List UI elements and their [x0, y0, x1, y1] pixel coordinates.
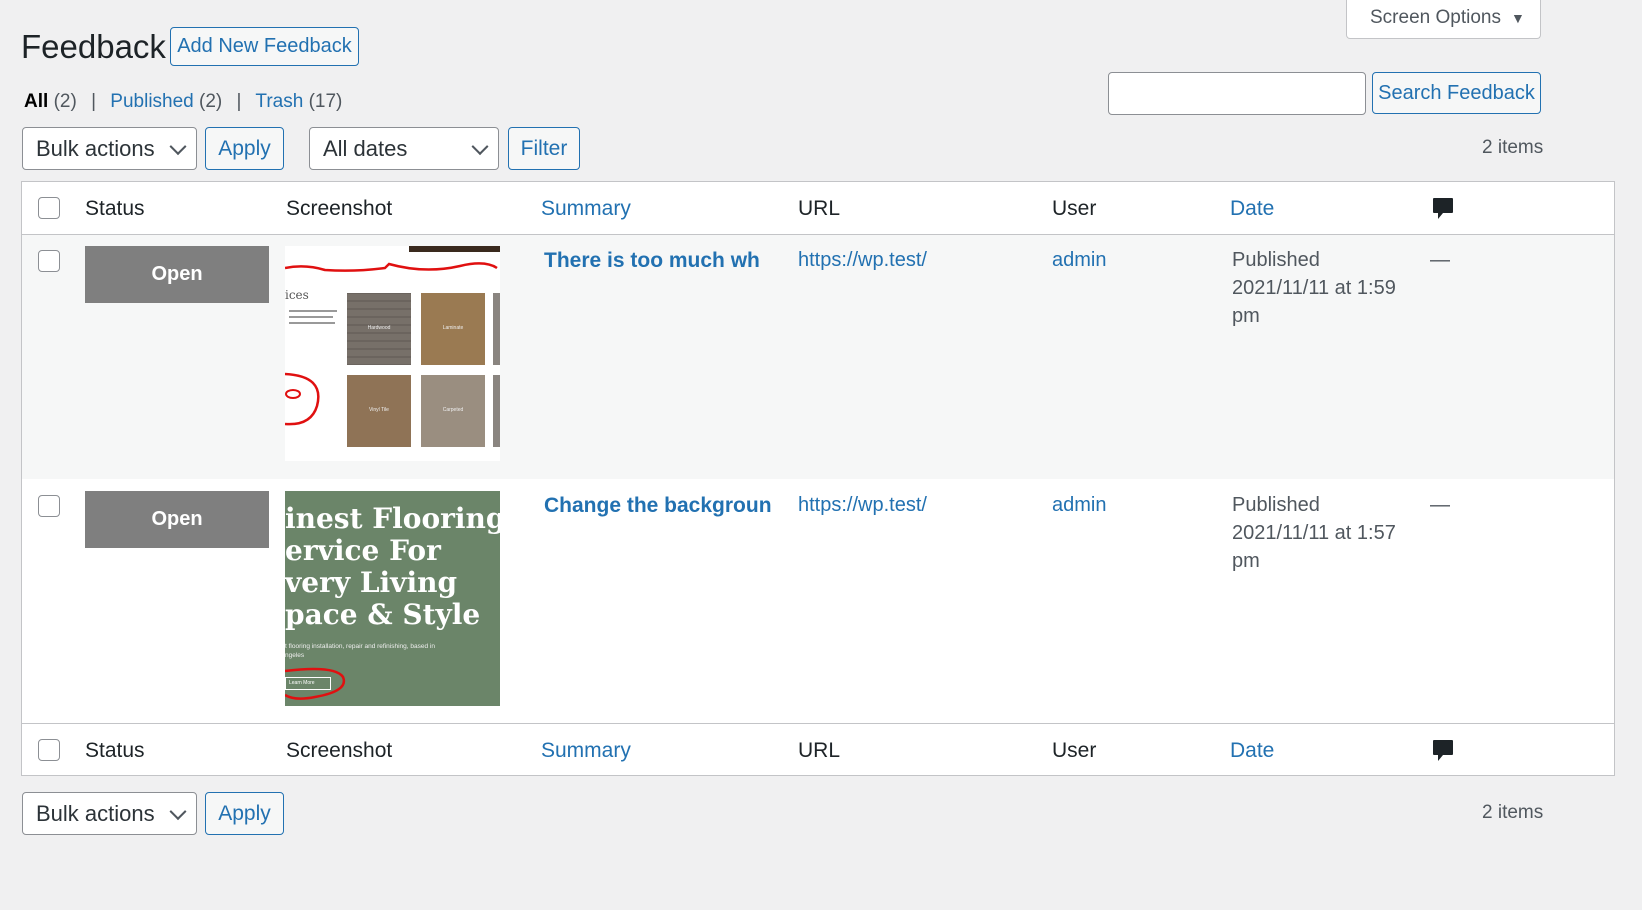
apply-button-bottom[interactable]: Apply [205, 792, 284, 835]
select-all-checkbox[interactable] [38, 739, 60, 761]
filter-trash[interactable]: Trash [255, 91, 303, 112]
hero-line: pace & Style [285, 598, 481, 631]
screenshot-image [285, 246, 500, 447]
screenshot-heading: ices [285, 288, 309, 302]
screen-options-label: Screen Options [1370, 7, 1501, 28]
feedback-table: Status Screenshot Summary URL User Date … [21, 181, 1615, 776]
column-url: URL [798, 739, 841, 762]
hero-line: very Living [285, 566, 458, 599]
annotation-circle [285, 667, 346, 700]
summary-link[interactable]: Change the backgroun [544, 494, 772, 518]
column-summary[interactable]: Summary [541, 739, 631, 763]
date-cell: Published 2021/11/11 at 1:59 pm [1232, 246, 1396, 330]
tile-label: Laminate [442, 325, 464, 331]
summary-link[interactable]: There is too much wh [544, 249, 760, 273]
column-url: URL [798, 197, 841, 220]
tile-label: Carpeted [442, 407, 464, 413]
add-new-feedback-button[interactable]: Add New Feedback [170, 27, 359, 66]
bulk-actions-select-bottom[interactable]: Bulk actions [22, 792, 197, 835]
screenshot-hero-text: inest Flooring ervice For very Living pa… [285, 503, 500, 631]
hero-line: ervice For [285, 534, 441, 567]
items-count-bottom: 2 items [1482, 802, 1544, 823]
row-checkbox[interactable] [38, 495, 60, 517]
date-status: Published [1232, 494, 1320, 516]
comments-count: — [1430, 249, 1450, 271]
search-input[interactable] [1108, 72, 1366, 115]
filter-published[interactable]: Published [110, 91, 193, 112]
column-summary[interactable]: Summary [541, 197, 631, 221]
user-link[interactable]: admin [1052, 494, 1106, 517]
bulk-actions-value: Bulk actions [36, 800, 155, 826]
screenshot-thumbnail[interactable]: ices Hardwood Laminate Vinyl Tile Carpet… [285, 246, 500, 461]
bulk-actions-value: Bulk actions [36, 135, 155, 161]
apply-button[interactable]: Apply [205, 127, 284, 170]
hero-subtext: t flooring installation, repair and refi… [285, 642, 435, 660]
chevron-down-icon [169, 802, 187, 820]
comment-bubble-icon [1433, 198, 1453, 219]
caret-down-icon: ▼ [1510, 10, 1525, 26]
tile-label: Hardwood [367, 325, 391, 331]
filter-trash-count: (17) [308, 91, 343, 112]
row-checkbox[interactable] [38, 250, 60, 272]
dates-value: All dates [323, 135, 408, 161]
screenshot-thumbnail[interactable]: inest Flooring ervice For very Living pa… [285, 491, 500, 706]
items-count: 2 items [1482, 137, 1544, 158]
url-link[interactable]: https://wp.test/ [798, 494, 927, 517]
status-button[interactable]: Open [85, 491, 269, 548]
separator: | [236, 91, 242, 112]
date-time-suffix: pm [1232, 305, 1260, 327]
hero-subtext-line: ngeles [285, 652, 305, 659]
search-feedback-button[interactable]: Search Feedback [1372, 72, 1541, 114]
column-user: User [1052, 739, 1097, 762]
column-screenshot: Screenshot [286, 739, 393, 762]
select-all-checkbox[interactable] [38, 197, 60, 219]
chevron-down-icon [471, 137, 489, 155]
hero-line: inest Flooring [285, 502, 500, 535]
status-button[interactable]: Open [85, 246, 269, 303]
date-cell: Published 2021/11/11 at 1:57 pm [1232, 491, 1396, 575]
user-link[interactable]: admin [1052, 249, 1106, 272]
hero-subtext-line: t flooring installation, repair and refi… [285, 643, 435, 650]
date-time-suffix: pm [1232, 550, 1260, 572]
status-filters: All (2) | Published (2) | Trash (17) [24, 91, 342, 113]
column-status: Status [85, 197, 145, 220]
column-date[interactable]: Date [1230, 739, 1274, 763]
date-value: 2021/11/11 at 1:57 [1232, 522, 1396, 544]
date-value: 2021/11/11 at 1:59 [1232, 277, 1396, 299]
filter-all[interactable]: All [24, 91, 48, 112]
screen-options-button[interactable]: Screen Options ▼ [1346, 0, 1541, 39]
column-status: Status [85, 739, 145, 762]
bulk-actions-select[interactable]: Bulk actions [22, 127, 197, 170]
separator: | [91, 91, 97, 112]
comment-bubble-icon [1433, 740, 1453, 761]
page-title: Feedback [21, 28, 166, 65]
url-link[interactable]: https://wp.test/ [798, 249, 927, 272]
column-user: User [1052, 197, 1097, 220]
tile-label: Vinyl Tile [369, 407, 389, 413]
filter-published-count: (2) [199, 91, 223, 112]
chevron-down-icon [169, 137, 187, 155]
column-screenshot: Screenshot [286, 197, 393, 220]
date-status: Published [1232, 249, 1320, 271]
comments-count: — [1430, 494, 1450, 516]
filter-button[interactable]: Filter [508, 127, 580, 170]
filter-all-count: (2) [53, 91, 77, 112]
column-date[interactable]: Date [1230, 197, 1274, 221]
dates-select[interactable]: All dates [309, 127, 499, 170]
